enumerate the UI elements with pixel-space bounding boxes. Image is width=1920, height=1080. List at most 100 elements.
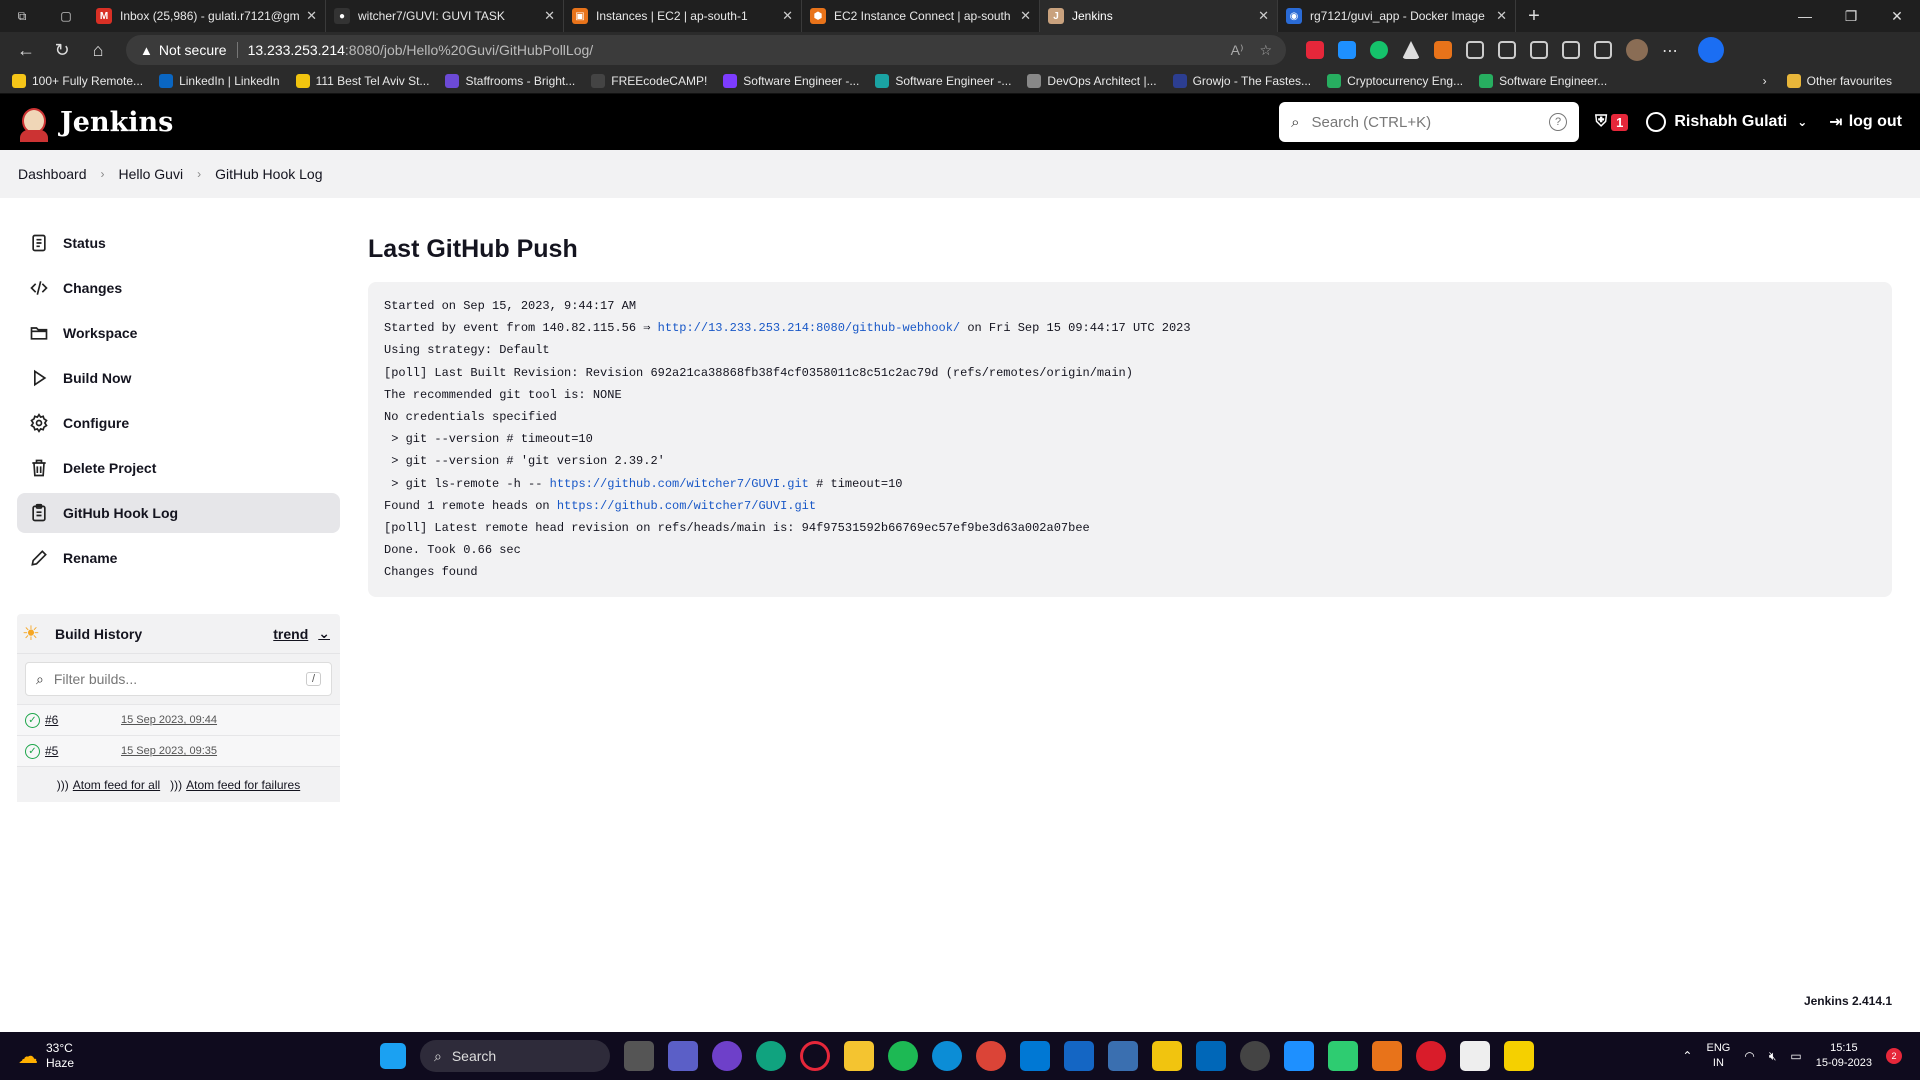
breadcrumb-github-hook-log[interactable]: GitHub Hook Log — [215, 166, 322, 182]
notification-badge[interactable]: 2 — [1886, 1048, 1902, 1064]
skype-icon[interactable] — [1284, 1041, 1314, 1071]
address-bar[interactable]: ▲ Not secure 13.233.253.214 :8080/job/He… — [126, 35, 1286, 65]
bookmark-item[interactable]: Software Engineer -... — [875, 73, 1011, 88]
mail-icon[interactable] — [1064, 1041, 1094, 1071]
bookmark-item[interactable]: LinkedIn | LinkedIn — [159, 73, 280, 88]
bookmark-item[interactable]: Growjo - The Fastes... — [1172, 73, 1311, 88]
virtualbox-icon[interactable] — [1108, 1041, 1138, 1071]
sidebar-item-github-hook-log[interactable]: GitHub Hook Log — [17, 493, 340, 533]
minimize-icon[interactable]: — — [1782, 0, 1828, 32]
bookmark-item[interactable]: Cryptocurrency Eng... — [1327, 73, 1463, 88]
back-icon[interactable]: ← — [8, 35, 44, 65]
jenkins-version[interactable]: Jenkins 2.414.1 — [1804, 994, 1892, 1008]
chevron-right-icon[interactable]: › — [1763, 74, 1767, 88]
workspaces-icon[interactable]: ⧉ — [0, 0, 44, 32]
browser-tab[interactable]: ◉ rg7121/guvi_app - Docker Image ✕ — [1278, 0, 1516, 32]
github-desktop-icon[interactable] — [712, 1041, 742, 1071]
split-screen-icon[interactable] — [1498, 41, 1516, 59]
input-language[interactable]: ENG IN — [1706, 1041, 1730, 1071]
build-number-link[interactable]: #6 — [45, 713, 121, 727]
chatgpt-icon[interactable] — [756, 1041, 786, 1071]
restore-icon[interactable]: ❐ — [1828, 0, 1874, 32]
sidebar-item-status[interactable]: Status — [17, 223, 340, 263]
build-date-link[interactable]: 15 Sep 2023, 09:35 — [121, 745, 217, 757]
browser-tab[interactable]: ▣ Instances | EC2 | ap-south-1 ✕ — [564, 0, 802, 32]
vscode-icon[interactable] — [1020, 1041, 1050, 1071]
atom-feed-all-link[interactable]: ))) Atom feed for all — [57, 778, 160, 792]
sidebar-item-rename[interactable]: Rename — [17, 538, 340, 578]
build-date-link[interactable]: 15 Sep 2023, 09:44 — [121, 714, 217, 726]
logout-link[interactable]: ⇥ log out — [1829, 112, 1902, 132]
tab-actions-icon[interactable]: ▢ — [44, 0, 88, 32]
sidebar-item-configure[interactable]: Configure — [17, 403, 340, 443]
wordpad-icon[interactable] — [1240, 1041, 1270, 1071]
chevron-up-icon[interactable]: ⌃ — [1682, 1049, 1692, 1063]
snipping-tool-icon[interactable] — [1460, 1041, 1490, 1071]
weather-widget[interactable]: ☁ 33°C Haze — [0, 1041, 360, 1071]
bookmark-item[interactable]: DevOps Architect |... — [1027, 73, 1157, 88]
close-tab-icon[interactable]: ✕ — [1020, 8, 1031, 24]
jenkins-logo[interactable]: Jenkins — [18, 102, 173, 142]
breadcrumb-dashboard[interactable]: Dashboard — [18, 166, 87, 182]
bookmark-item[interactable]: Software Engineer... — [1479, 73, 1607, 88]
clock[interactable]: 15:15 15-09-2023 — [1816, 1041, 1872, 1071]
sidebar-item-workspace[interactable]: Workspace — [17, 313, 340, 353]
read-aloud-icon[interactable]: A⁾ — [1231, 42, 1244, 59]
sidebar-item-build-now[interactable]: Build Now — [17, 358, 340, 398]
task-view-icon[interactable] — [624, 1041, 654, 1071]
battery-icon[interactable]: ▭ — [1790, 1049, 1801, 1063]
help-icon[interactable]: ? — [1549, 113, 1568, 131]
taskbar-search[interactable]: ⌕ Search — [420, 1040, 610, 1072]
log-url-link[interactable]: https://github.com/witcher7/GUVI.git — [557, 499, 816, 513]
chevron-down-icon[interactable]: ⌄ — [318, 625, 330, 642]
chevron-down-icon[interactable]: ⌄ — [1797, 115, 1807, 129]
sidebar-item-changes[interactable]: Changes — [17, 268, 340, 308]
extensions-puzzle-icon[interactable] — [1466, 41, 1484, 59]
chrome-icon[interactable] — [976, 1041, 1006, 1071]
extension-icon[interactable] — [1338, 41, 1356, 59]
browser-tab[interactable]: J Jenkins ✕ — [1040, 0, 1278, 32]
more-menu-icon[interactable]: ⋯ — [1662, 41, 1684, 60]
performance-icon[interactable] — [1594, 41, 1612, 59]
atom-feed-failures-link[interactable]: ))) Atom feed for failures — [170, 778, 300, 792]
search-box[interactable]: ⌕ Search (CTRL+K) ? — [1279, 102, 1580, 142]
spotify-icon[interactable] — [888, 1041, 918, 1071]
bookmark-item[interactable]: Staffrooms - Bright... — [445, 73, 575, 88]
browser-tab[interactable]: ⬢ EC2 Instance Connect | ap-south ✕ — [802, 0, 1040, 32]
opera-icon[interactable] — [800, 1041, 830, 1071]
close-tab-icon[interactable]: ✕ — [1258, 8, 1269, 24]
log-url-link[interactable]: http://13.233.253.214:8080/github-webhoo… — [658, 321, 960, 335]
favorites-icon[interactable] — [1530, 41, 1548, 59]
security-monitor[interactable]: ⛨ 1 — [1595, 113, 1629, 131]
filter-builds-input[interactable]: ⌕ Filter builds... / — [25, 662, 332, 696]
bookmark-item[interactable]: Software Engineer -... — [723, 73, 859, 88]
close-tab-icon[interactable]: ✕ — [306, 8, 317, 24]
build-number-link[interactable]: #5 — [45, 744, 121, 758]
browser-tab[interactable]: M Inbox (25,986) - gulati.r7121@gm ✕ — [88, 0, 326, 32]
mcafee-icon[interactable] — [1416, 1041, 1446, 1071]
speaker-muted-icon[interactable]: 🔇︎ — [1769, 1049, 1777, 1064]
teams-icon[interactable] — [668, 1041, 698, 1071]
collections-icon[interactable] — [1562, 41, 1580, 59]
new-tab-button[interactable]: + — [1516, 0, 1552, 32]
sidebar-item-delete-project[interactable]: Delete Project — [17, 448, 340, 488]
file-explorer-icon[interactable] — [844, 1041, 874, 1071]
metamask-icon[interactable] — [1434, 41, 1452, 59]
store-icon[interactable] — [1196, 1041, 1226, 1071]
sublime-text-icon[interactable] — [1372, 1041, 1402, 1071]
bookmark-item[interactable]: 100+ Fully Remote... — [12, 73, 143, 88]
trend-link[interactable]: trend ⌄ — [273, 625, 330, 642]
extension-icon[interactable] — [1306, 41, 1324, 59]
windows-start-icon[interactable] — [380, 1043, 406, 1069]
close-window-icon[interactable]: ✕ — [1874, 0, 1920, 32]
log-url-link[interactable]: https://github.com/witcher7/GUVI.git — [550, 477, 809, 491]
grammarly-icon[interactable] — [1370, 41, 1388, 59]
bookmark-item[interactable]: 111 Best Tel Aviv St... — [295, 73, 429, 88]
close-tab-icon[interactable]: ✕ — [782, 8, 793, 24]
close-tab-icon[interactable]: ✕ — [1496, 8, 1507, 24]
edge-icon[interactable] — [932, 1041, 962, 1071]
profile-avatar[interactable] — [1626, 39, 1648, 61]
close-tab-icon[interactable]: ✕ — [544, 8, 555, 24]
refresh-icon[interactable]: ↻ — [44, 35, 80, 65]
android-studio-icon[interactable] — [1328, 1041, 1358, 1071]
